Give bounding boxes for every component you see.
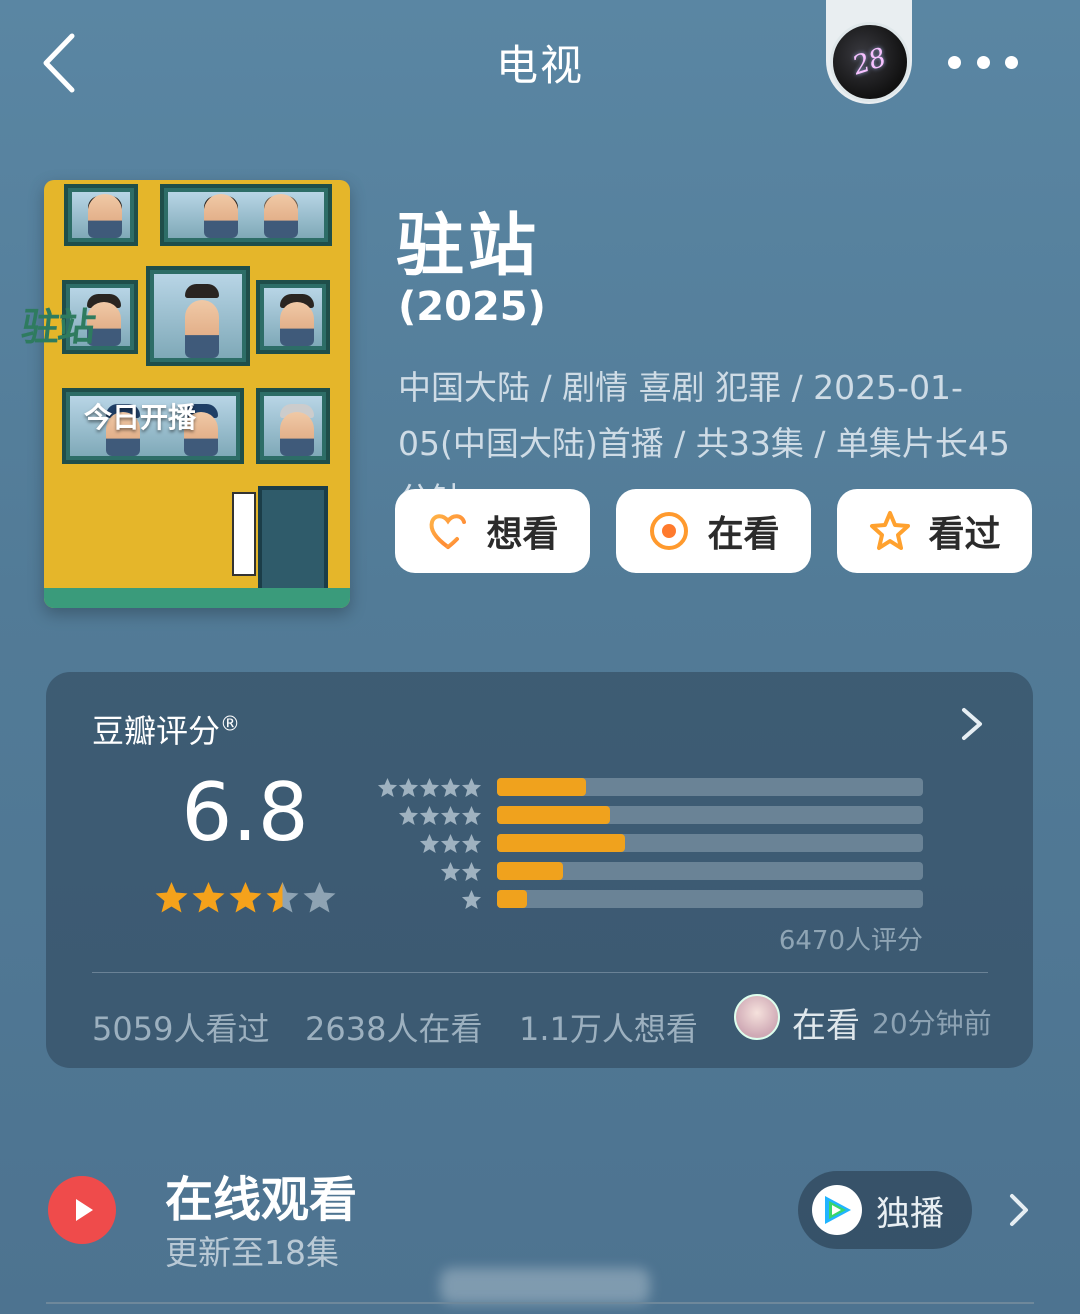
friend-time: 20分钟前 <box>872 1007 992 1040</box>
watched-button[interactable]: 看过 <box>837 489 1032 573</box>
distribution-bar-3 <box>497 834 625 852</box>
distribution-stars-2 <box>440 861 482 883</box>
page-title: 电视 <box>495 41 584 90</box>
play-icon[interactable] <box>48 1176 116 1244</box>
chevron-right-icon[interactable] <box>954 704 990 744</box>
divider <box>92 972 988 973</box>
show-title: 驻站 <box>396 207 541 286</box>
rating-star-icon <box>192 882 225 913</box>
small-star-icon <box>419 805 440 826</box>
distribution-bar-track <box>497 834 923 852</box>
watching-count: 2638人在看 <box>305 1010 483 1048</box>
distribution-stars-3 <box>419 833 482 855</box>
distribution-bar-track <box>497 778 923 796</box>
small-star-icon <box>377 777 398 798</box>
watched-count: 5059人看过 <box>92 1010 270 1048</box>
small-star-icon <box>440 833 461 854</box>
want-button[interactable]: 想看 <box>395 489 590 573</box>
small-star-icon <box>440 805 461 826</box>
distribution-bar-5 <box>497 778 587 796</box>
rating-total: 6470人评分 <box>778 926 923 956</box>
watching-button[interactable]: 在看 <box>616 489 811 573</box>
small-star-icon <box>398 777 419 798</box>
rating-score: 6.8 <box>181 766 309 859</box>
small-star-icon <box>440 861 461 882</box>
small-star-icon <box>461 833 482 854</box>
small-star-icon <box>461 861 482 882</box>
small-star-icon <box>461 777 482 798</box>
exclusive-platform-button[interactable]: 独播 <box>798 1171 972 1249</box>
small-star-icon <box>419 833 440 854</box>
distribution-stars-1 <box>461 889 482 911</box>
poster-badge: 今日开播 <box>84 401 197 434</box>
distribution-bar-track <box>497 806 923 824</box>
friend-status: 在看 <box>792 1006 860 1046</box>
friend-avatar[interactable] <box>734 994 780 1040</box>
tencent-video-icon <box>812 1185 862 1235</box>
user-avatar[interactable]: 28 <box>830 22 910 102</box>
show-year: (2025) <box>398 284 546 330</box>
distribution-bar-2 <box>497 862 564 880</box>
distribution-stars-5 <box>377 777 482 799</box>
distribution-bar-1 <box>497 890 527 908</box>
distribution-bar-track <box>497 890 923 908</box>
star-outline-icon <box>870 511 911 550</box>
rating-star-icon <box>229 882 262 913</box>
show-poster[interactable] <box>44 180 350 608</box>
watermark <box>440 1268 650 1304</box>
rating-star-icon <box>303 882 336 913</box>
small-star-icon <box>398 805 419 826</box>
small-star-icon <box>419 777 440 798</box>
chevron-right-icon[interactable] <box>1004 1190 1034 1230</box>
rating-label: 豆瓣评分® <box>92 711 241 750</box>
small-star-icon <box>461 805 482 826</box>
divider <box>46 1302 1034 1304</box>
target-circle-icon <box>650 512 689 550</box>
want-count: 1.1万人想看 <box>519 1010 698 1048</box>
distribution-stars-4 <box>398 805 482 827</box>
online-watch-subtitle: 更新至18集 <box>165 1233 339 1272</box>
poster-title-art: 驻站 <box>19 304 97 349</box>
distribution-bar-4 <box>497 806 610 824</box>
more-options-icon[interactable] <box>948 50 1018 74</box>
heart-plus-icon <box>430 514 471 549</box>
small-star-icon <box>461 889 482 910</box>
small-star-icon <box>440 777 461 798</box>
distribution-bar-track <box>497 862 923 880</box>
rating-star-icon <box>155 882 188 913</box>
rating-stars <box>154 880 340 920</box>
rating-star-icon <box>266 882 299 913</box>
online-watch-title: 在线观看 <box>165 1172 358 1228</box>
